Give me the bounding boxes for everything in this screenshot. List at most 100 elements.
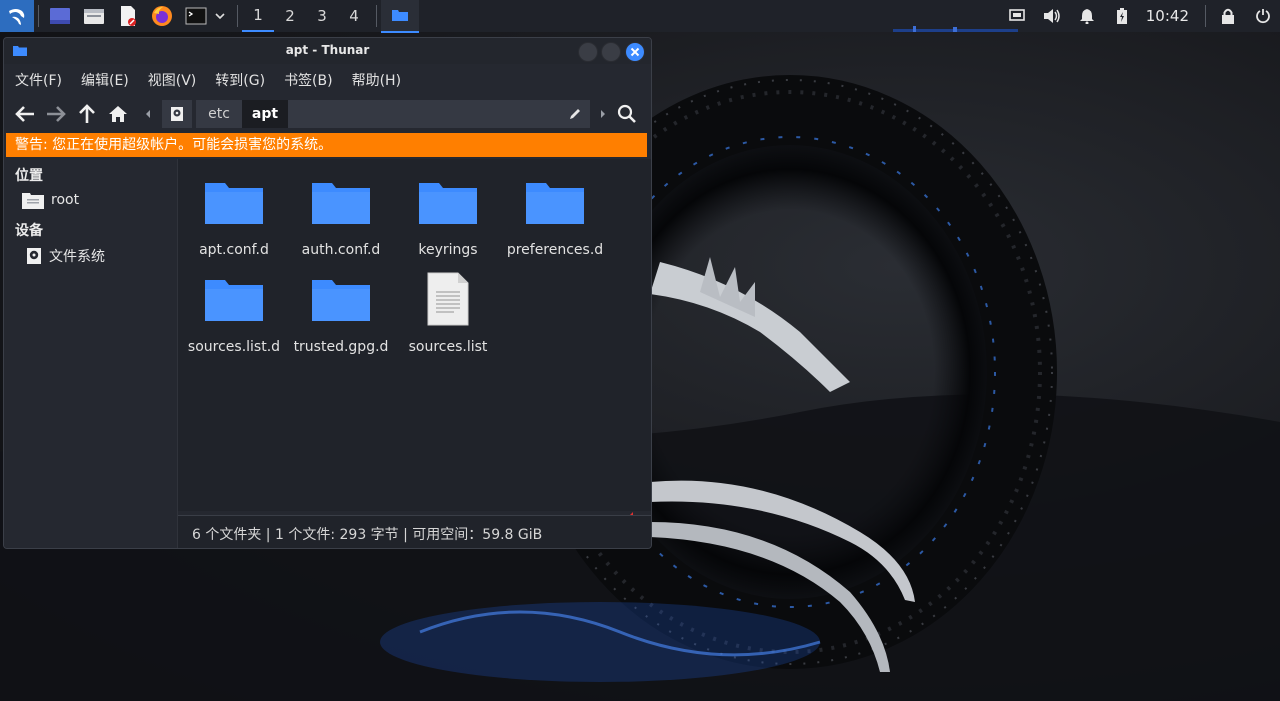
menu-go[interactable]: 转到(G) (204, 68, 273, 94)
root-warning-banner: 警告: 您正在使用超级帐户。可能会损害您的系统。 (6, 133, 647, 157)
firefox-launcher[interactable] (145, 0, 179, 32)
menu-bar: 文件(F) 编辑(E) 视图(V) 转到(G) 书签(B) 帮助(H) (4, 68, 409, 94)
network-icon (1009, 9, 1026, 21)
launcher-dropdown-button[interactable] (213, 0, 227, 32)
path-bar: etc apt (138, 100, 612, 128)
back-button[interactable] (11, 100, 39, 128)
volume-tray-button[interactable] (1035, 0, 1070, 32)
chevron-down-icon (215, 13, 225, 20)
clock[interactable]: 10:42 (1140, 7, 1201, 25)
menu-edit[interactable]: 编辑(E) (70, 68, 137, 94)
close-icon (630, 47, 640, 57)
menu-bookmarks[interactable]: 书签(B) (273, 68, 341, 94)
toolbar: etc apt (4, 98, 651, 130)
top-panel: 1 2 3 4 10:42 (0, 0, 1280, 33)
panel-separator (38, 5, 39, 27)
maximize-button[interactable] (601, 42, 621, 62)
folder-icon (205, 183, 263, 224)
file-name: trusted.gpg.d (293, 339, 389, 355)
window-title: apt - Thunar (285, 43, 370, 57)
lock-icon (1221, 8, 1234, 24)
sidebar-heading-places: 位置 (15, 168, 43, 184)
file-manager-icon (84, 9, 104, 24)
text-file-icon (427, 272, 469, 326)
file-item-text[interactable]: sources.list (395, 268, 501, 355)
status-text: 6 个文件夹 | 1 个文件: 293 字节 | 可用空间：59.8 GiB (192, 527, 543, 543)
parent-folder-button[interactable] (73, 100, 101, 128)
thunar-window: apt - Thunar 文件(F) 编辑(E) 视图(V) 转到(G) 书签(… (3, 37, 652, 549)
folder-icon (392, 10, 408, 21)
file-manager-launcher[interactable] (77, 0, 111, 32)
home-icon (109, 106, 127, 122)
close-button[interactable] (625, 42, 645, 62)
home-folder-icon (22, 193, 44, 209)
file-item-folder[interactable]: auth.conf.d (288, 171, 394, 258)
workspace-4[interactable]: 4 (338, 0, 370, 32)
panel-separator (237, 5, 238, 27)
workspace-3[interactable]: 3 (306, 0, 338, 32)
sidebar-item-label: 文件系统 (49, 249, 105, 265)
arrow-right-icon (47, 106, 66, 122)
bell-icon (1080, 9, 1095, 24)
file-item-folder[interactable]: apt.conf.d (181, 171, 287, 258)
folder-icon (205, 280, 263, 321)
file-name: auth.conf.d (301, 242, 381, 258)
drive-icon (171, 107, 183, 121)
file-view: apt.conf.d auth.conf.d keyrings preferen… (178, 159, 651, 537)
show-desktop-button[interactable] (43, 0, 77, 32)
folder-icon (526, 183, 584, 224)
file-item-folder[interactable]: trusted.gpg.d (288, 268, 394, 355)
arrow-left-icon (15, 106, 34, 122)
notifications-tray-button[interactable] (1070, 0, 1105, 32)
text-editor-icon (121, 6, 136, 26)
terminal-launcher[interactable] (179, 0, 213, 32)
logout-button[interactable] (1245, 0, 1280, 32)
firefox-icon (152, 6, 172, 26)
path-root-button[interactable] (162, 100, 192, 128)
sidebar-item-label: root (51, 192, 80, 208)
battery-tray-button[interactable] (1105, 0, 1140, 32)
file-name: keyrings (418, 242, 478, 258)
volume-icon (1044, 9, 1061, 23)
sidebar-item-filesystem[interactable]: 文件系统 (26, 245, 105, 267)
file-name: apt.conf.d (199, 242, 269, 258)
chevron-right-icon (601, 110, 605, 118)
path-entry[interactable] (288, 100, 590, 128)
search-button[interactable] (613, 100, 641, 128)
file-item-folder[interactable]: keyrings (395, 171, 501, 258)
arrow-up-icon (79, 104, 95, 123)
applications-menu-button[interactable] (0, 0, 34, 32)
status-bar: 6 个文件夹 | 1 个文件: 293 字节 | 可用空间：59.8 GiB (178, 515, 651, 548)
minimize-button[interactable] (578, 42, 598, 62)
path-scroll-left-button[interactable] (138, 100, 158, 128)
forward-button[interactable] (42, 100, 70, 128)
path-scroll-right-button[interactable] (594, 100, 612, 128)
workspace-2[interactable]: 2 (274, 0, 306, 32)
desktop-icon (50, 8, 70, 24)
panel-separator (376, 5, 377, 27)
pencil-icon[interactable] (568, 107, 582, 121)
lock-screen-button[interactable] (1210, 0, 1245, 32)
folder-icon (419, 183, 477, 224)
text-editor-launcher[interactable] (111, 0, 145, 32)
folder-icon (312, 280, 370, 321)
workspace-1[interactable]: 1 (242, 0, 274, 32)
file-name: sources.list.d (187, 339, 281, 355)
menu-help[interactable]: 帮助(H) (341, 68, 409, 94)
sidebar-heading-devices: 设备 (15, 223, 43, 239)
chevron-left-icon (146, 110, 150, 118)
search-icon (617, 104, 636, 123)
menu-view[interactable]: 视图(V) (137, 68, 205, 94)
path-crumb-etc[interactable]: etc (196, 100, 242, 128)
taskbar-thunar-window[interactable] (381, 0, 419, 33)
power-icon (1255, 9, 1270, 24)
network-tray-button[interactable] (1000, 0, 1035, 32)
sidebar-item-root[interactable]: root (22, 189, 79, 211)
window-titlebar[interactable]: apt - Thunar (4, 38, 651, 64)
path-crumb-apt[interactable]: apt (242, 100, 288, 128)
battery-charging-icon (1117, 8, 1128, 24)
file-item-folder[interactable]: preferences.d (502, 171, 608, 258)
file-item-folder[interactable]: sources.list.d (181, 268, 287, 355)
menu-file[interactable]: 文件(F) (4, 68, 70, 94)
home-button[interactable] (104, 100, 132, 128)
